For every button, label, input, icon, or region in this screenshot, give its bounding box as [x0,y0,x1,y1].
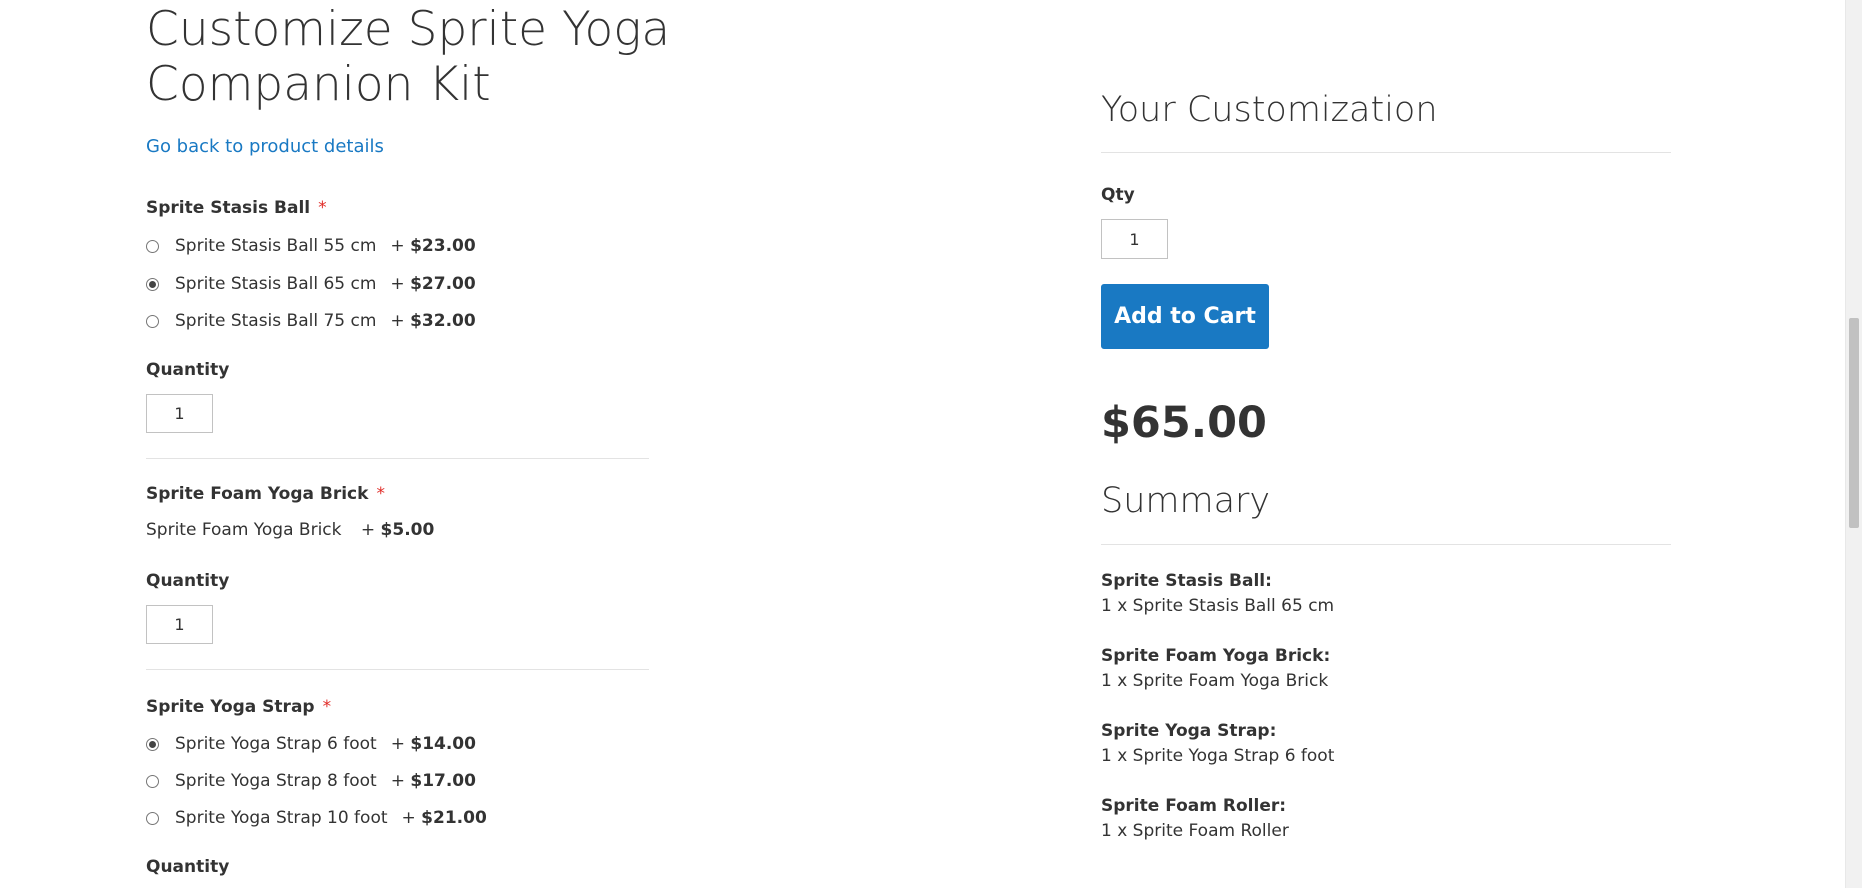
option-price: + $32.00 [390,311,476,331]
summary-item: Sprite Yoga Strap: 1 x Sprite Yoga Strap… [1101,719,1671,769]
quantity-label: Quantity [146,360,230,380]
option-divider [146,458,649,459]
add-to-cart-button[interactable]: Add to Cart [1101,284,1269,349]
qty-label: Qty [1101,185,1135,205]
summary-item-label: Sprite Stasis Ball: [1101,571,1272,591]
option-name: Sprite Yoga Strap 10 foot [175,808,388,828]
total-price: $65.00 [1101,398,1267,448]
radio-button[interactable] [146,737,159,751]
summary-item: Sprite Foam Yoga Brick: 1 x Sprite Foam … [1101,644,1671,694]
option-label-text: Sprite Yoga Strap [146,697,315,717]
option-label-foam-brick: Sprite Foam Yoga Brick * [146,484,385,504]
section-divider [1101,152,1671,153]
back-to-product-link[interactable]: Go back to product details [146,136,384,157]
single-option-brick: Sprite Foam Yoga Brick + $5.00 [146,520,434,540]
option-label-yoga-strap: Sprite Yoga Strap * [146,697,331,717]
vertical-scrollbar[interactable] [1845,0,1862,888]
option-name: Sprite Foam Yoga Brick [146,520,342,540]
quantity-label: Quantity [146,571,230,591]
bundle-customize-page: Customize Sprite Yoga Companion Kit Go b… [0,0,1862,888]
page-title-line-1: Customize Sprite Yoga [146,2,671,57]
summary-item-label: Sprite Foam Roller: [1101,796,1287,816]
ball-quantity-input[interactable] [146,394,213,433]
summary-item-value: 1 x Sprite Yoga Strap 6 foot [1101,746,1335,766]
option-price: + $23.00 [390,236,476,256]
option-price: + $14.00 [390,734,476,754]
option-price: + $27.00 [390,274,476,294]
radio-option-ball-55[interactable]: Sprite Stasis Ball 55 cm + $23.00 [146,234,476,258]
summary-item: Sprite Stasis Ball: 1 x Sprite Stasis Ba… [1101,569,1671,619]
radio-button[interactable] [146,239,159,253]
radio-option-ball-65[interactable]: Sprite Stasis Ball 65 cm + $27.00 [146,272,476,296]
summary-item-value: 1 x Sprite Stasis Ball 65 cm [1101,596,1335,616]
option-name: Sprite Yoga Strap 8 foot [175,771,377,791]
page-title-line-2: Companion Kit [146,57,491,112]
quantity-label: Quantity [146,857,230,877]
option-price: + $17.00 [390,771,476,791]
required-mark: * [322,697,332,717]
option-label-text: Sprite Stasis Ball [146,198,311,218]
option-name: Sprite Yoga Strap 6 foot [175,734,377,754]
summary-item-value: 1 x Sprite Foam Yoga Brick [1101,671,1329,691]
option-name: Sprite Stasis Ball 65 cm [175,274,377,294]
radio-button[interactable] [146,314,159,328]
option-label-text: Sprite Foam Yoga Brick [146,484,369,504]
option-label-stasis-ball: Sprite Stasis Ball * [146,198,327,218]
radio-option-strap-6[interactable]: Sprite Yoga Strap 6 foot + $14.00 [146,732,476,756]
summary-item-label: Sprite Foam Yoga Brick: [1101,646,1331,666]
option-divider [146,669,649,670]
option-name: Sprite Stasis Ball 55 cm [175,236,377,256]
radio-button[interactable] [146,811,159,825]
radio-button[interactable] [146,277,159,291]
radio-button[interactable] [146,774,159,788]
scrollbar-thumb[interactable] [1849,318,1859,528]
cart-qty-input[interactable] [1101,219,1168,259]
summary-item-value: 1 x Sprite Foam Roller [1101,821,1289,841]
section-divider [1101,544,1671,545]
radio-option-strap-8[interactable]: Sprite Yoga Strap 8 foot + $17.00 [146,769,476,793]
summary-title: Summary [1101,481,1271,521]
option-price: + $5.00 [360,520,435,540]
page-title: Customize Sprite Yoga Companion Kit [146,2,686,112]
option-price: + $21.00 [401,808,487,828]
customization-title: Your Customization [1101,90,1438,130]
summary-item: Sprite Foam Roller: 1 x Sprite Foam Roll… [1101,794,1671,844]
required-mark: * [318,198,327,218]
required-mark: * [376,484,385,504]
summary-item-label: Sprite Yoga Strap: [1101,721,1277,741]
brick-quantity-input[interactable] [146,605,213,644]
radio-option-ball-75[interactable]: Sprite Stasis Ball 75 cm + $32.00 [146,309,476,333]
radio-option-strap-10[interactable]: Sprite Yoga Strap 10 foot + $21.00 [146,806,487,830]
option-name: Sprite Stasis Ball 75 cm [175,311,377,331]
